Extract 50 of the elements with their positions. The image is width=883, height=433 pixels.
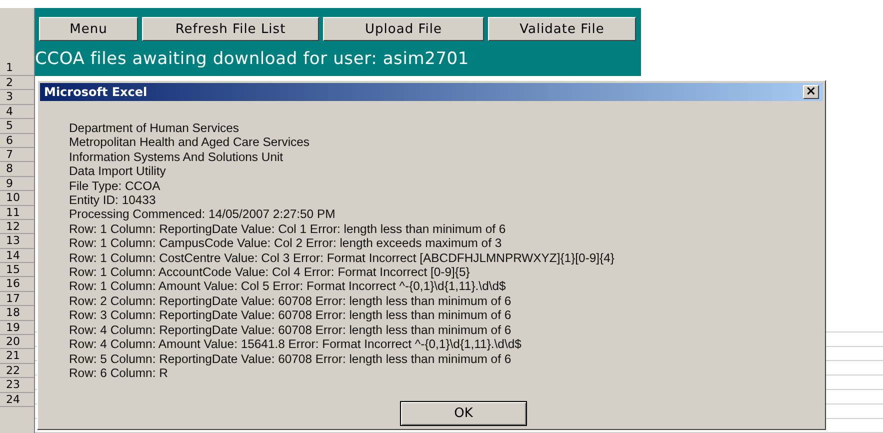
message-line: Department of Human Services [69, 121, 240, 136]
row-header[interactable]: 13 [0, 234, 34, 249]
message-line: Information Systems And Solutions Unit [69, 150, 284, 164]
toolbar-button[interactable]: Refresh File List [142, 17, 319, 41]
dialog-title: Microsoft Excel [44, 85, 148, 99]
row-header[interactable]: 6 [0, 134, 34, 148]
row-header[interactable]: 10 [0, 191, 34, 206]
row-header[interactable]: 17 [0, 292, 34, 306]
row-header[interactable]: 9 [0, 176, 34, 192]
message-line: Row: 4 Column: Amount Value: 15641.8 Error: Format Incorrect ^-{0,1}\d{1,11}.\d\d$ [69, 337, 522, 352]
row-header[interactable]: 15 [0, 263, 34, 278]
message-line: Row: 1 Column: Amount Value: Col 5 Error: Format Incorrect ^-{0,1}\d{1,11}.\d\d$ [69, 279, 507, 294]
row-header[interactable]: 18 [0, 306, 34, 321]
row-header[interactable]: 7 [0, 148, 34, 162]
message-line: Row: 4 Column: ReportingDate Value: 60708 Error: length less than minimum of 6 [69, 322, 512, 338]
message-line: Row: 1 Column: AccountCode Value: Col 4 Error: Format Incorrect [0-9]{5} [69, 265, 471, 280]
row-header[interactable]: 4 [0, 104, 34, 120]
row-header[interactable]: 20 [0, 335, 34, 350]
toolbar-button[interactable]: Menu [39, 17, 138, 41]
message-line: Row: 5 Column: ReportingDate Value: 60708 Error: length less than minimum of 6 [69, 352, 512, 366]
message-line: Metropolitan Health and Aged Care Services [69, 135, 311, 150]
row-header[interactable]: 22 [0, 364, 34, 378]
toolbar-button[interactable]: Upload File [323, 17, 484, 41]
row-header[interactable]: 24 [0, 392, 34, 407]
close-button[interactable]: × [803, 85, 819, 99]
ok-button[interactable]: OK [400, 401, 527, 426]
row-header[interactable]: 1 [0, 8, 34, 76]
row-header[interactable]: 14 [0, 248, 34, 264]
toolbar-button[interactable]: Validate File [488, 17, 636, 41]
row-header[interactable]: 11 [0, 206, 34, 220]
message-line: Row: 2 Column: ReportingDate Value: 60708 Error: length less than minimum of 6 [69, 294, 512, 308]
message-line: Row: 6 Column: R [69, 366, 169, 380]
message-line: Row: 1 Column: ReportingDate Value: Col 1 Error: length less than minimum of 6 [69, 222, 507, 236]
row-header[interactable]: 19 [0, 320, 34, 336]
message-line: Row: 3 Column: ReportingDate Value: 60708 Error: length less than minimum of 6 [69, 308, 512, 323]
message-line: File Type: CCOA [69, 178, 162, 194]
row-header[interactable]: 8 [0, 162, 34, 177]
message-line: Entity ID: 10433 [69, 193, 157, 208]
message-line: Processing Commenced: 14/05/2007 2:27:50 PM [69, 207, 336, 222]
row-header[interactable]: 5 [0, 119, 34, 134]
row-header[interactable]: 2 [0, 76, 34, 90]
message-line: Row: 1 Column: CostCentre Value: Col 3 Error: Format Incorrect [ABCDFHJLMNPRWXYZ]{1}[0-9]{4} [69, 250, 616, 266]
message-line: Row: 1 Column: CampusCode Value: Col 2 Error: length exceeds maximum of 3 [69, 236, 503, 251]
row-header[interactable]: 21 [0, 349, 34, 364]
row-header[interactable]: 23 [0, 378, 34, 393]
message-line: Data Import Utility [69, 164, 167, 179]
banner-title: CCOA files awaiting download for user: asim2701 [35, 49, 470, 69]
row-header[interactable]: 12 [0, 220, 34, 234]
row-header[interactable]: 3 [0, 90, 34, 105]
row-header[interactable]: 16 [0, 277, 34, 292]
